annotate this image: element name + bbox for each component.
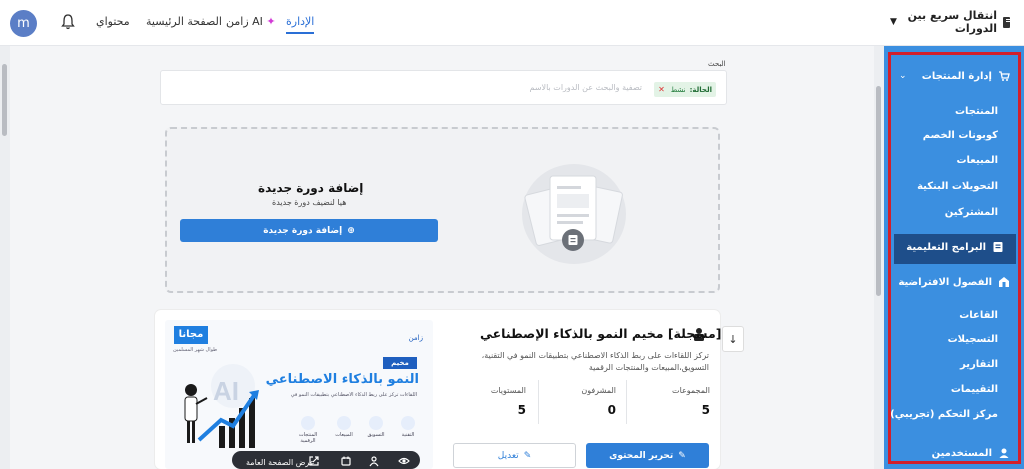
banner-tag: المنتجات الرقمية: [291, 416, 325, 444]
add-course-title: إضافة دورة جديدة: [258, 181, 364, 195]
sidebar-item-programs[interactable]: البرامج التعليمية: [906, 241, 1004, 253]
stat-levels: المستويات 5: [456, 386, 526, 417]
sidebar-item-programs-label: البرامج التعليمية: [906, 241, 986, 253]
external-link-icon[interactable]: [308, 455, 320, 467]
sidebar-item-reports[interactable]: التقارير: [960, 359, 998, 370]
chevron-down-icon[interactable]: ⌄: [899, 71, 907, 81]
status-chip-value: نشط: [670, 85, 686, 94]
status-chip-prefix: الحالة:: [689, 85, 712, 94]
banner-tag: التسويق: [363, 416, 389, 438]
banner-tag-label: التقنية: [401, 432, 415, 438]
arrow-down-icon: ↓: [728, 332, 738, 346]
sidebar-section-products-label: إدارة المنتجات: [921, 70, 992, 82]
add-course-subtitle: هيا لنضيف دورة جديدة: [272, 198, 347, 207]
free-badge: مجانا: [174, 326, 208, 344]
users-icon[interactable]: [368, 455, 380, 467]
documents-illustration: [522, 164, 626, 264]
edit-content-label: تحرير المحتوى: [609, 450, 674, 461]
nav-zamen-ai[interactable]: زامن AI ✦: [226, 15, 276, 28]
add-course-button[interactable]: ⊕ إضافة دورة جديدة: [180, 219, 438, 242]
zamen-logo: زامن: [408, 334, 423, 342]
content-scrollbar[interactable]: [874, 46, 884, 469]
sidebar-item-bank-transfers[interactable]: التحويلات البنكية: [917, 181, 998, 192]
stat-label: المشرفون: [581, 386, 616, 395]
plus-circle-icon: ⊕: [347, 225, 355, 236]
page-scrollbar[interactable]: [0, 46, 10, 469]
stat-groups: المجموعات 5: [640, 386, 710, 417]
chevron-down-icon: ▼: [890, 17, 897, 27]
top-bar: m محتواي الصفحة الرئيسية زامن AI ✦ الإدا…: [0, 0, 1024, 46]
camp-tag: مخيم: [383, 357, 417, 369]
banner-subline: اللقاءات تركز على ربط الذكاء الاصطناعي ب…: [290, 392, 417, 398]
quick-switch-label: انتقال سريع بين الدورات: [907, 9, 998, 35]
banner-headline: النمو بالذكاء الاصطناعي: [265, 372, 419, 387]
sidebar-item-recordings[interactable]: التسجيلات: [948, 334, 998, 345]
edit-icon: ✎: [523, 450, 532, 461]
users-icon: [999, 448, 1009, 458]
quick-switch-dropdown[interactable]: انتقال سريع بين الدورات ▼: [890, 9, 1010, 35]
nav-zamen-ai-label: زامن AI: [226, 15, 263, 28]
stat-divider: [626, 380, 627, 424]
view-public-page-label[interactable]: عرض الصفحة العامة: [246, 458, 315, 467]
sidebar-item-halls[interactable]: القاعات: [959, 310, 998, 321]
book-icon: [1003, 16, 1010, 28]
sidebar-item-products[interactable]: المنتجات: [955, 106, 998, 117]
sidebar-item-sales[interactable]: المبيعات: [957, 155, 999, 166]
ai-mark: AI: [213, 376, 239, 406]
banner-tag: المبيعات: [331, 416, 357, 438]
sidebar-item-coupons[interactable]: كوبونات الخصم: [923, 130, 998, 141]
nav-home[interactable]: الصفحة الرئيسية: [146, 15, 222, 28]
nav-my-content[interactable]: محتواي: [96, 15, 130, 28]
move-down-button[interactable]: ↓: [722, 326, 744, 352]
banner-tag-label: المبيعات: [335, 432, 353, 438]
scrollbar-thumb[interactable]: [2, 64, 7, 136]
banner-tag-label: التسويق: [367, 432, 385, 438]
eye-icon[interactable]: [398, 455, 410, 467]
search-label: البحث: [708, 60, 726, 68]
sidebar-item-evaluations[interactable]: التقييمات: [951, 384, 998, 395]
sidebar-item-subscribers[interactable]: المشتركين: [945, 207, 998, 218]
user-avatar[interactable]: m: [10, 10, 37, 37]
nav-admin[interactable]: الإدارة: [286, 15, 315, 34]
tag-icon: [369, 416, 383, 430]
bell-icon[interactable]: [60, 13, 76, 31]
free-badge-subtitle: طوال شهر المسلمين: [173, 347, 218, 353]
stat-label: المجموعات: [672, 386, 710, 395]
book-icon: [993, 242, 1003, 252]
stat-supervisors: المشرفون 0: [546, 386, 616, 417]
stat-value: 0: [607, 403, 616, 417]
course-thumbnail[interactable]: مجانا طوال شهر المسلمين زامن مخيم النمو …: [165, 320, 433, 469]
classroom-icon: [999, 277, 1009, 287]
search-placeholder: تصفية والبحث عن الدورات بالاسم: [529, 83, 643, 92]
stat-value: 5: [517, 403, 526, 417]
sidebar-section-products[interactable]: إدارة المنتجات: [922, 70, 1010, 82]
add-course-button-label: إضافة دورة جديدة: [263, 225, 343, 236]
sidebar-section-virtual-classes[interactable]: الفصول الافتراضية: [898, 276, 1010, 288]
edit-icon: ✎: [678, 450, 686, 461]
tag-icon: [401, 416, 415, 430]
sidebar-section-virtual-classes-label: الفصول الافتراضية: [898, 276, 992, 288]
stat-value: 5: [701, 403, 710, 417]
status-filter-chip[interactable]: الحالة: نشط ✕: [654, 82, 716, 97]
course-title[interactable]: [مسجلة] مخيم النمو بالذكاء الإصطناعي: [480, 326, 721, 341]
banner-tag: التقنية: [395, 416, 421, 438]
edit-label: تعديل: [497, 450, 519, 461]
sidebar-item-users-label: المستخدمين: [931, 447, 992, 459]
sidebar-item-users[interactable]: المستخدمين: [932, 447, 1010, 459]
sidebar-item-control-center[interactable]: مركز التحكم (تجريبي): [890, 409, 998, 420]
sparkle-icon: ✦: [266, 15, 276, 28]
cart-icon: [999, 71, 1010, 81]
edit-content-button[interactable]: ✎ تحرير المحتوى: [586, 443, 709, 468]
tag-icon: [337, 416, 351, 430]
banner-tag-label: المنتجات الرقمية: [298, 432, 318, 444]
stat-divider: [538, 380, 539, 424]
close-icon[interactable]: ✕: [658, 85, 665, 94]
calendar-icon[interactable]: [340, 455, 352, 467]
tag-icon: [301, 416, 315, 430]
edit-button[interactable]: ✎ تعديل: [453, 443, 576, 468]
stat-label: المستويات: [490, 386, 526, 395]
search-input[interactable]: الحالة: نشط ✕ تصفية والبحث عن الدورات با…: [160, 70, 727, 105]
course-description: تركز اللقاءات على ربط الذكاء الاصطناعي ب…: [481, 351, 709, 372]
scrollbar-thumb[interactable]: [876, 86, 881, 296]
